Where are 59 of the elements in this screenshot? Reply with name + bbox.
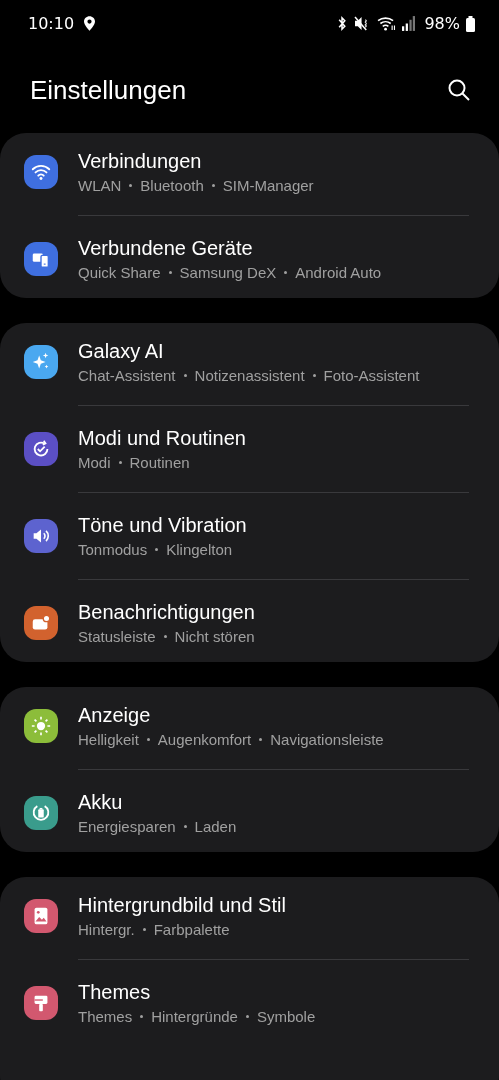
battery-icon (466, 15, 475, 32)
separator-dot (259, 738, 263, 741)
separator-dot (284, 271, 288, 274)
separator-dot (142, 928, 146, 931)
wifi-icon (377, 16, 397, 31)
setting-detail: Foto-Assistent (323, 367, 420, 384)
setting-title[interactable]: Modi und Routinen (78, 427, 246, 450)
setting-detail: Android Auto (295, 264, 382, 281)
setting-detail: WLAN (78, 177, 122, 194)
page-title: Einstellungen (30, 74, 187, 106)
separator-dot (211, 184, 215, 187)
setting-detail: Hintergr. (78, 921, 135, 938)
search-icon (447, 78, 471, 102)
setting-detail: Samsung DeX (179, 264, 277, 281)
separator-dot (183, 825, 187, 828)
battery-percent: 98% (424, 14, 460, 33)
setting-title[interactable]: Akku (78, 791, 237, 814)
setting-title[interactable]: Verbundene Geräte (78, 237, 382, 260)
separator-dot (146, 738, 150, 741)
setting-detail: Energiesparen (78, 818, 176, 835)
setting-detail: Helligkeit (78, 731, 139, 748)
setting-detail: Nicht stören (174, 628, 255, 645)
separator-dot (312, 374, 316, 377)
setting-title[interactable]: Anzeige (78, 704, 384, 727)
setting-detail: Augenkomfort (157, 731, 252, 748)
setting-detail: Routinen (129, 454, 190, 471)
setting-detail: Laden (194, 818, 237, 835)
setting-title[interactable]: Benachrichtigungen (78, 601, 255, 624)
separator-dot (245, 1015, 249, 1018)
setting-detail: Themes (78, 1008, 133, 1025)
setting-title[interactable]: Hintergrundbild und Stil (78, 894, 286, 917)
signal-icon (402, 16, 416, 31)
setting-title[interactable]: Töne und Vibration (78, 514, 247, 537)
separator-dot (163, 635, 167, 638)
setting-detail: Chat-Assistent (78, 367, 176, 384)
setting-detail: Klingelton (166, 541, 233, 558)
setting-detail: Symbole (256, 1008, 316, 1025)
setting-title[interactable]: Themes (78, 981, 316, 1004)
setting-title[interactable]: Galaxy AI (78, 340, 420, 363)
separator-dot (140, 1015, 144, 1018)
setting-title[interactable]: Verbindungen (78, 150, 314, 173)
separator-dot (129, 184, 133, 187)
separator-dot (118, 461, 122, 464)
location-icon (84, 16, 96, 31)
status-time: 10:10 (28, 14, 75, 33)
setting-detail: Farbpalette (153, 921, 230, 938)
separator-dot (183, 374, 187, 377)
setting-detail: Modi (78, 454, 111, 471)
setting-detail: Navigationsleiste (270, 731, 384, 748)
setting-detail: Statusleiste (78, 628, 156, 645)
setting-detail: SIM-Manager (222, 177, 314, 194)
setting-detail: Hintergründe (151, 1008, 238, 1025)
separator-dot (168, 271, 172, 274)
setting-detail: Tonmodus (78, 541, 148, 558)
setting-detail: Quick Share (78, 264, 161, 281)
separator-dot (155, 548, 159, 551)
setting-detail: Notizenassistent (194, 367, 305, 384)
bluetooth-icon (336, 16, 349, 31)
setting-detail: Bluetooth (140, 177, 204, 194)
